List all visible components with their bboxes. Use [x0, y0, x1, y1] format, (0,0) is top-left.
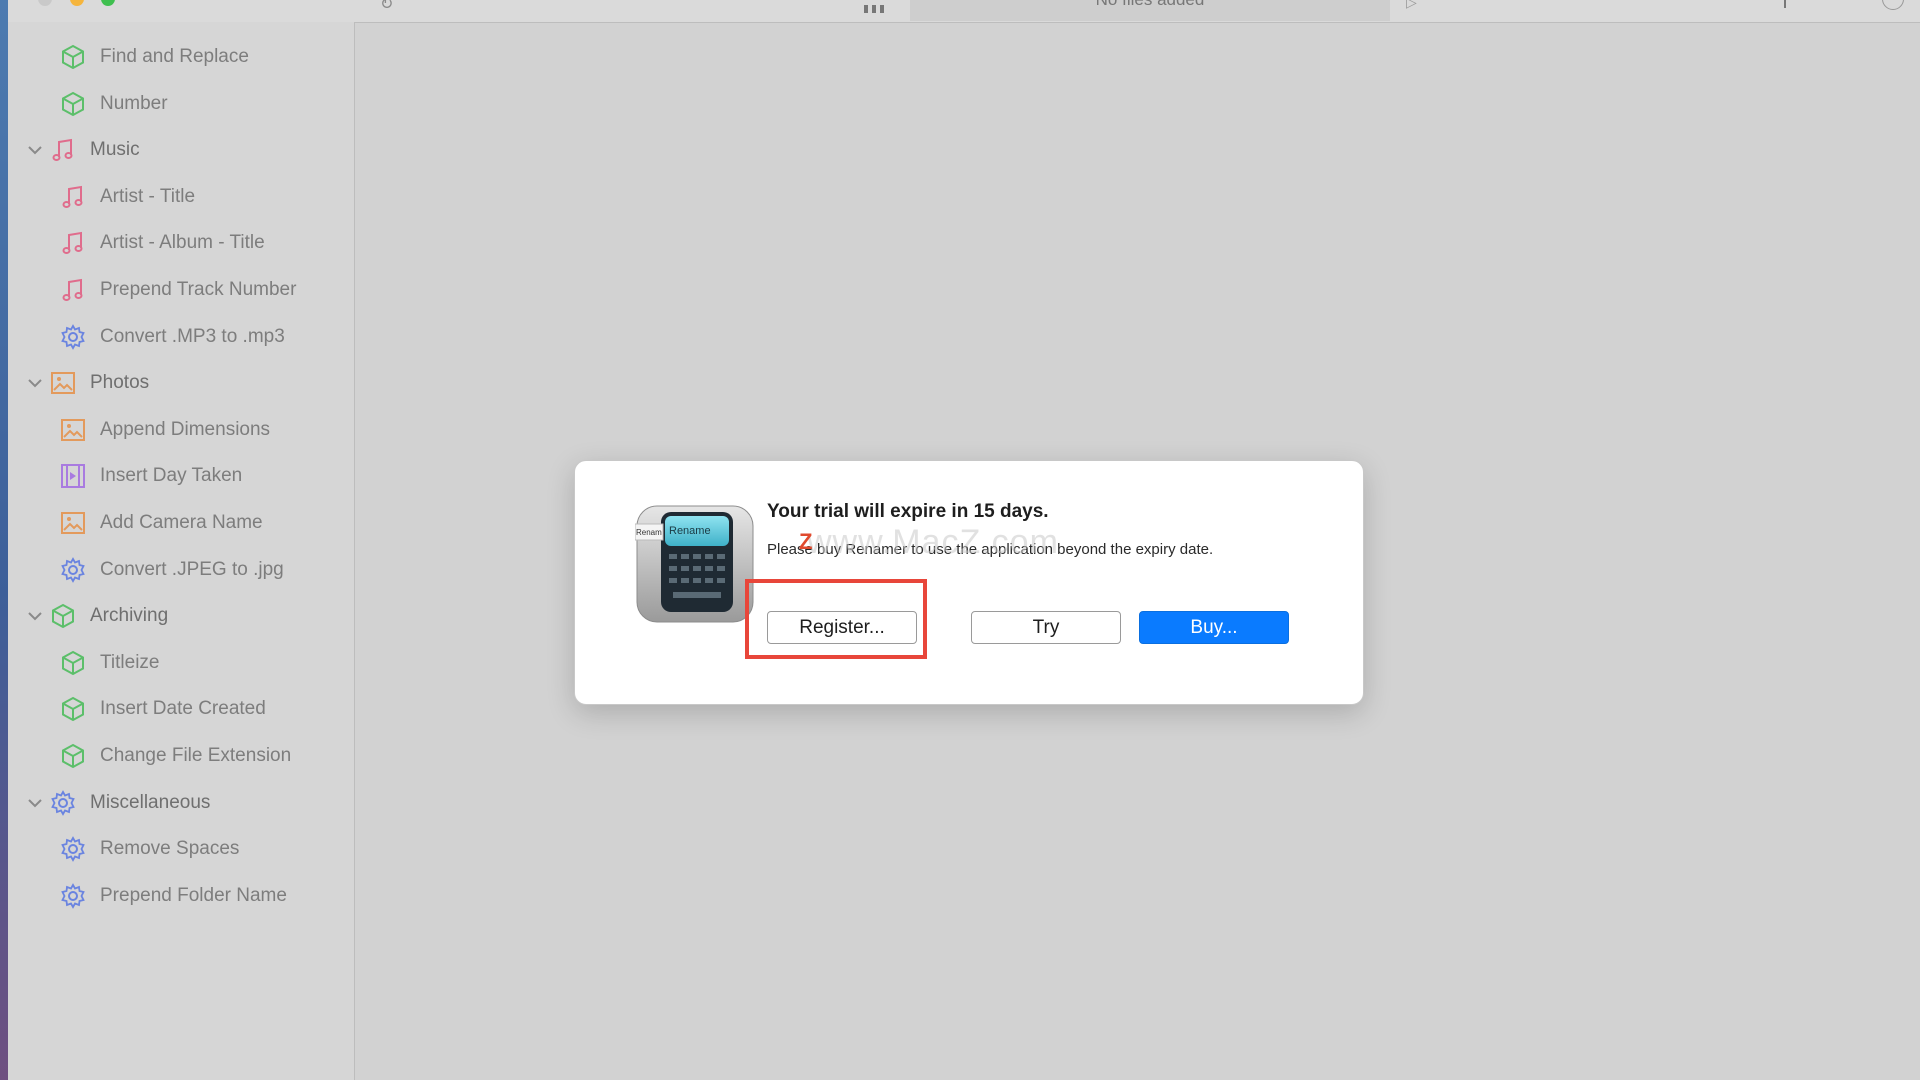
sidebar-item-add-camera-name[interactable]: Add Camera Name: [58, 503, 263, 543]
sidebar-item-artist-title[interactable]: Artist - Title: [58, 177, 195, 217]
sidebar-item-label: Find and Replace: [100, 46, 249, 67]
disclosure-chevron-icon[interactable]: [26, 374, 44, 392]
sidebar-item-change-file-extension[interactable]: Change File Extension: [58, 736, 291, 776]
toolbar-divider: [1784, 0, 1786, 8]
cube-icon: [58, 42, 88, 72]
zoom-window-button[interactable]: [101, 0, 115, 6]
cube-icon: [58, 741, 88, 771]
sidebar-item-label: Change File Extension: [100, 745, 292, 766]
gear-icon: [58, 322, 88, 352]
info-icon[interactable]: [1882, 0, 1904, 10]
music-note-icon: [58, 228, 88, 258]
window-toolbar: ↻ No files added ▷: [8, 0, 1920, 23]
trial-dialog: Rename Renam Your trial will expire in 1…: [574, 460, 1364, 705]
disclosure-chevron-icon[interactable]: [26, 607, 44, 625]
gear-icon: [58, 834, 88, 864]
sidebar-item-label: Append Dimensions: [100, 418, 271, 440]
sidebar-item-titleize[interactable]: Titleize: [58, 643, 159, 683]
sidebar-item-label: Convert .MP3 to .mp3: [100, 325, 285, 347]
cube-icon: [58, 89, 88, 119]
sidebar-item-label: Titleize: [100, 651, 160, 673]
music-note-icon: [58, 275, 88, 305]
photo-icon: [58, 508, 88, 538]
close-window-button[interactable]: [38, 0, 52, 6]
cube-icon: [58, 694, 88, 724]
play-icon[interactable]: ▷: [1406, 0, 1417, 11]
app-icon-tab: Renam: [636, 528, 662, 537]
photo-icon: [58, 415, 88, 445]
sidebar-item-convert-mp3-to-mp3[interactable]: Convert .MP3 to .mp3: [58, 317, 285, 357]
sidebar-item-photos[interactable]: Photos: [48, 363, 149, 403]
dialog-title: Your trial will expire in 15 days.: [767, 501, 1049, 522]
status-field: No files added: [910, 0, 1390, 21]
renamer-app-icon: Rename Renam: [635, 505, 754, 623]
disclosure-chevron-icon[interactable]: [26, 794, 44, 812]
sidebar-item-music[interactable]: Music: [48, 130, 140, 170]
sidebar-item-remove-spaces[interactable]: Remove Spaces: [58, 829, 239, 869]
cube-icon: [48, 601, 78, 631]
film-icon: [58, 461, 88, 491]
sidebar-item-label: Photos: [90, 372, 150, 394]
gear-icon: [58, 555, 88, 585]
music-note-icon: [58, 182, 88, 212]
sidebar: Find and Replace Number Music Artist - Titl…: [8, 22, 355, 1080]
watermark-logo: Z: [799, 529, 813, 554]
sidebar-item-label: Prepend Folder Name: [100, 884, 287, 906]
sidebar-item-label: Prepend Track Number: [100, 279, 297, 300]
watermark: www.MacZ.com: [807, 523, 1059, 561]
sidebar-item-miscellaneous[interactable]: Miscellaneous: [48, 783, 210, 823]
photo-icon: [48, 368, 78, 398]
sidebar-item-label: Insert Date Created: [100, 698, 266, 720]
sidebar-item-label: Artist - Title: [100, 185, 196, 207]
sidebar-item-insert-day-taken[interactable]: Insert Day Taken: [58, 456, 242, 496]
gear-icon: [58, 881, 88, 911]
sidebar-item-label: Remove Spaces: [100, 838, 240, 860]
refresh-icon[interactable]: ↻: [380, 0, 393, 14]
disclosure-chevron-icon[interactable]: [26, 141, 44, 159]
sidebar-item-prepend-folder-name[interactable]: Prepend Folder Name: [58, 876, 287, 916]
buy-button[interactable]: Buy...: [1139, 611, 1289, 644]
sidebar-item-label: Miscellaneous: [90, 791, 211, 813]
sidebar-item-label: Add Camera Name: [100, 512, 263, 533]
sidebar-item-number[interactable]: Number: [58, 84, 168, 124]
sidebar-item-archiving[interactable]: Archiving: [48, 596, 168, 636]
app-icon-label: Rename: [669, 525, 711, 537]
sidebar-item-label: Music: [90, 139, 140, 161]
sidebar-item-label: Convert .JPEG to .jpg: [100, 558, 284, 580]
try-button[interactable]: Try: [971, 611, 1121, 644]
minimize-window-button[interactable]: [70, 0, 84, 6]
sidebar-item-prepend-track-number[interactable]: Prepend Track Number: [58, 270, 296, 310]
register-highlight-box: [745, 579, 927, 659]
desktop-background: [0, 0, 8, 1080]
sidebar-item-insert-date-created[interactable]: Insert Date Created: [58, 689, 266, 729]
sidebar-item-label: Insert Day Taken: [100, 465, 243, 487]
gear-icon: [48, 788, 78, 818]
sidebar-item-append-dimensions[interactable]: Append Dimensions: [58, 410, 270, 450]
cube-icon: [58, 648, 88, 678]
music-note-icon: [48, 135, 78, 165]
sidebar-item-artist-album-title[interactable]: Artist - Album - Title: [58, 223, 265, 263]
columns-icon[interactable]: [864, 0, 894, 13]
sidebar-item-convert-jpeg-to-jpg[interactable]: Convert .JPEG to .jpg: [58, 550, 284, 590]
status-text: No files added: [910, 0, 1390, 10]
sidebar-item-label: Archiving: [90, 605, 169, 627]
sidebar-item-label: Number: [100, 92, 168, 114]
sidebar-item-find-and-replace[interactable]: Find and Replace: [58, 37, 249, 77]
sidebar-item-label: Artist - Album - Title: [100, 232, 265, 254]
